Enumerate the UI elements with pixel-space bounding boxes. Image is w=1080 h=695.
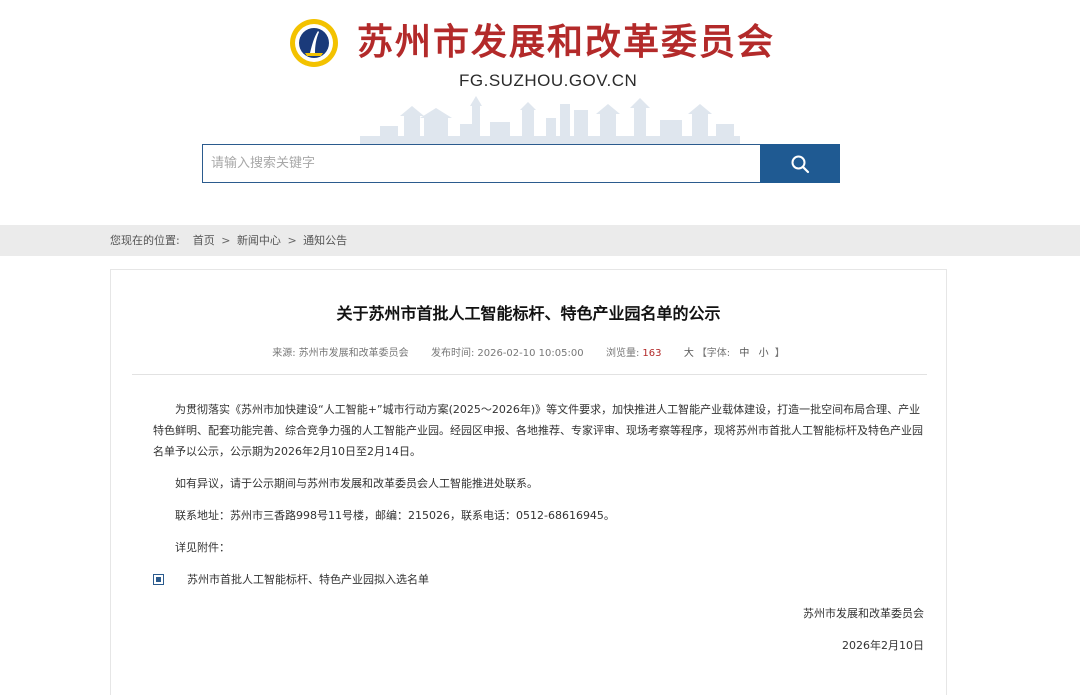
article-title: 关于苏州市首批人工智能标杆、特色产业园名单的公示 [336,304,721,323]
signature: 苏州市发展和改革委员会 [803,607,924,620]
breadcrumb-prefix: 您现在的位置: [110,234,180,247]
emblem-icon [288,17,340,69]
views-label: 浏览量: [605,348,640,359]
paragraph-objection: 如有异议，请于公示期间与苏州市发展和改革委员会人工智能推进处联系。 [175,477,538,490]
time-label: 发布时间: [431,348,475,359]
font-size-large-button[interactable]: 大 [684,348,694,359]
font-size-close: 】 [774,348,785,359]
font-size-medium-button[interactable]: 中 [739,348,749,359]
breadcrumb-notices[interactable]: 通知公告 [303,234,347,247]
views-count: 163 [642,348,662,359]
paragraph-attachment-label: 详见附件： [175,541,230,554]
source-value: 苏州市发展和改革委员会 [298,348,409,359]
article-panel: 关于苏州市首批人工智能标杆、特色产业园名单的公示 来源: 苏州市发展和改革委员会 … [110,269,947,695]
site-header: 苏州市发展和改革委员会 FG.SUZHOU.GOV.CN [0,0,1080,225]
attachment-link[interactable]: 苏州市首批人工智能标杆、特色产业园拟入选名单 [153,569,927,590]
document-icon [153,574,164,585]
breadcrumb-bar: 您现在的位置: 首页 > 新闻中心 > 通知公告 [0,225,1080,256]
article-meta: 来源: 苏州市发展和改革委员会 发布时间: 2026-02-10 10:05:00 … [111,344,946,359]
breadcrumb-separator: > [221,234,231,247]
search-input[interactable] [203,145,760,182]
font-size-label: 【字体: [696,348,731,359]
breadcrumb-home[interactable]: 首页 [193,234,215,247]
divider [132,374,927,375]
paragraph-contact: 联系地址：苏州市三香路998号11号楼，邮编：215026，联系电话：0512-… [175,509,615,522]
time-value: 2026-02-10 10:05:00 [477,348,584,359]
skyline-illustration [360,96,740,150]
site-domain: FG.SUZHOU.GOV.CN [459,71,638,90]
search-icon [791,155,810,173]
breadcrumb-separator: > [287,234,297,247]
site-title: 苏州市发展和改革委员会 [357,21,776,63]
search-box [202,144,761,183]
paragraph-intro: 为贯彻落实《苏州市加快建设“人工智能+”城市行动方案(2025～2026年)》等… [153,403,923,458]
source-label: 来源: [272,348,296,359]
search-button[interactable] [760,144,840,183]
article-body: 为贯彻落实《苏州市加快建设“人工智能+”城市行动方案(2025～2026年)》等… [153,399,927,590]
attachment-text[interactable]: 苏州市首批人工智能标杆、特色产业园拟入选名单 [165,569,429,590]
breadcrumb-news-center[interactable]: 新闻中心 [237,234,281,247]
font-size-small-button[interactable]: 小 [759,348,769,359]
breadcrumb: 您现在的位置: 首页 > 新闻中心 > 通知公告 [110,225,347,256]
signature-date: 2026年2月10日 [842,639,924,652]
